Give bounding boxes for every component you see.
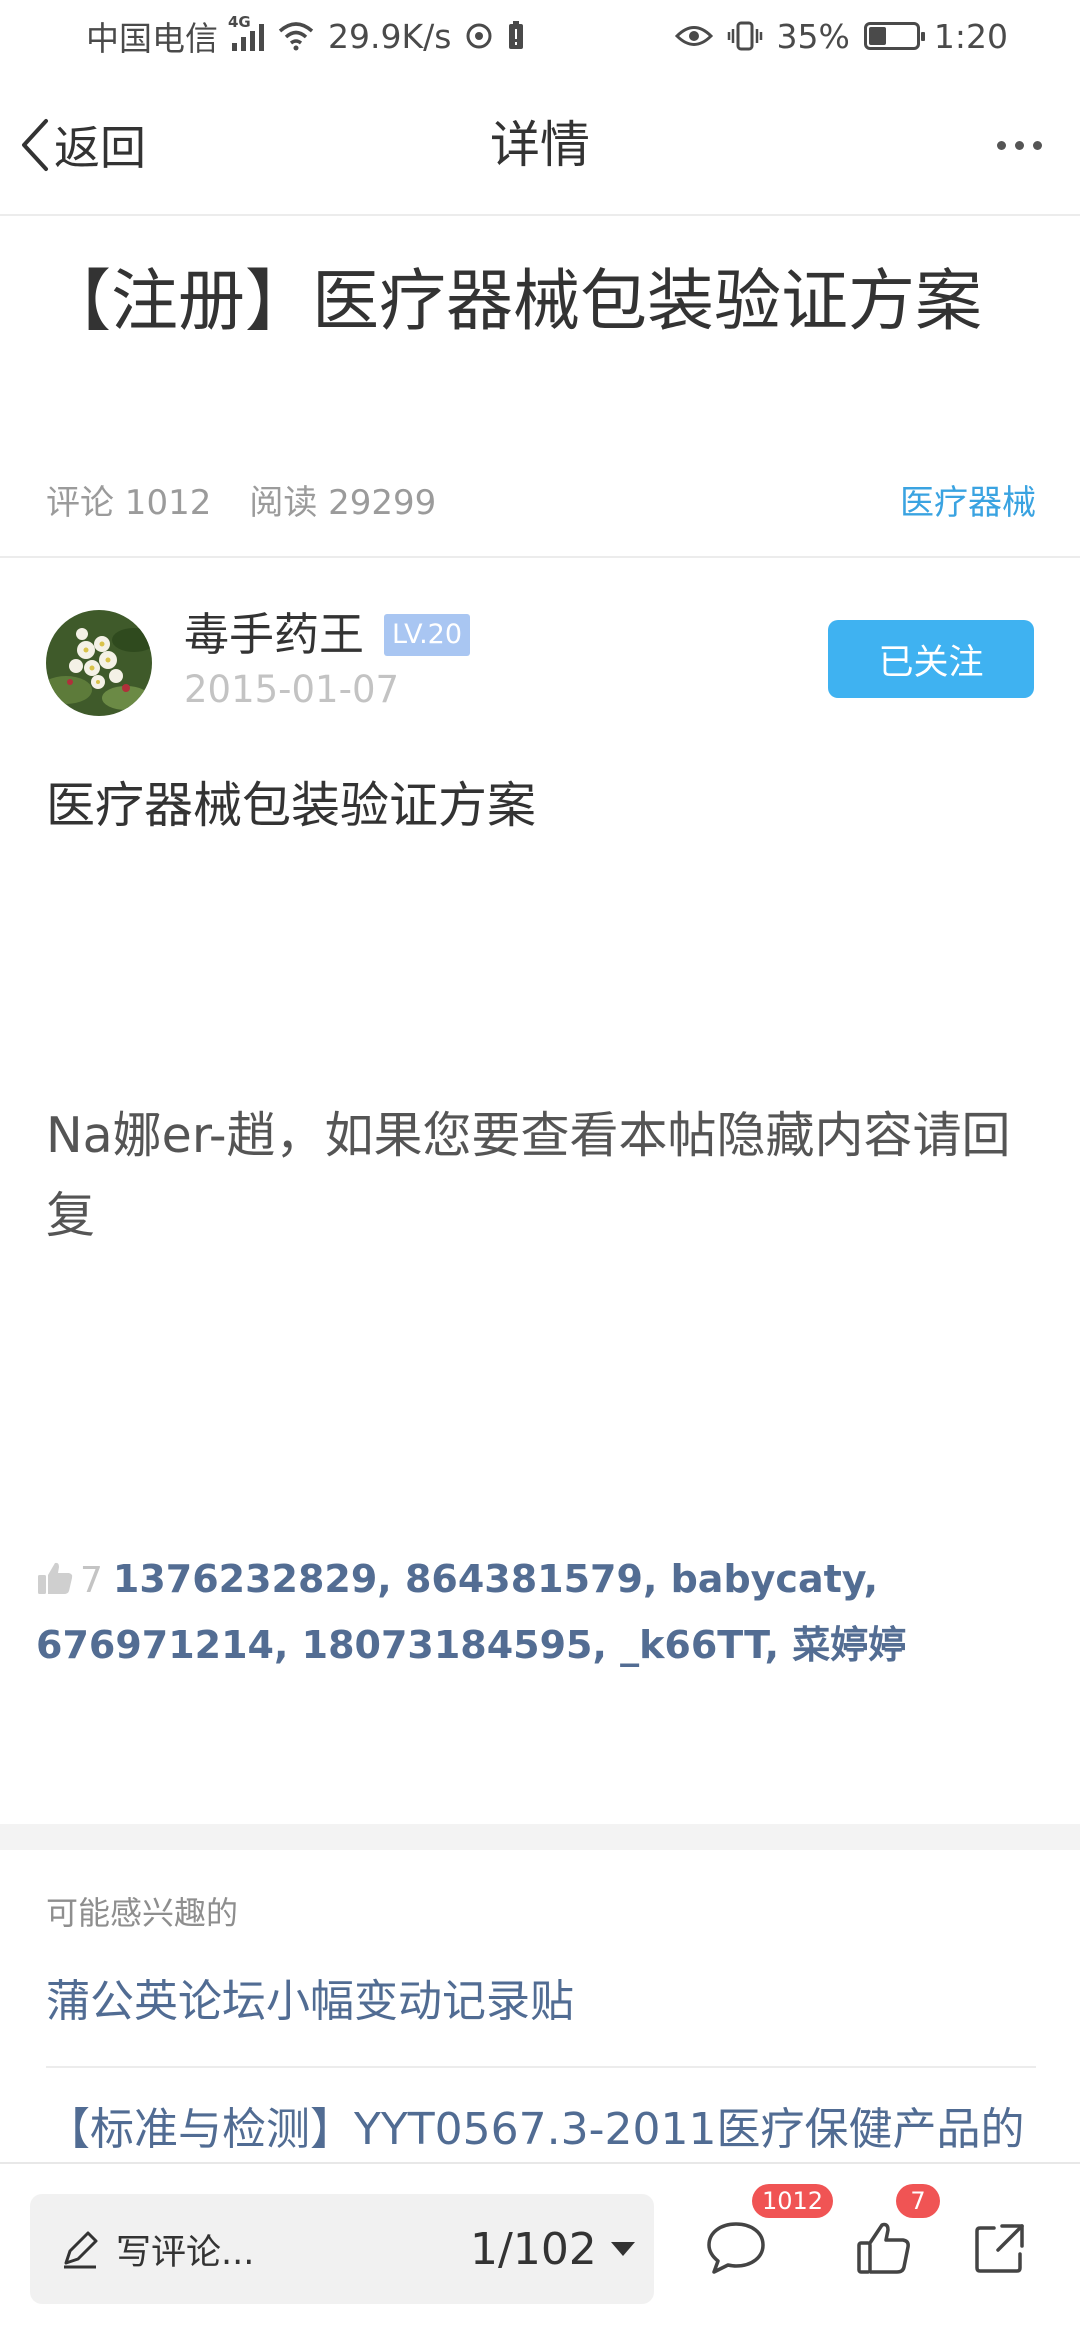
post-body: 医疗器械包装验证方案 xyxy=(46,777,537,834)
thumbs-up-outline-icon xyxy=(857,2222,910,2274)
category-tag[interactable]: 医疗器械 xyxy=(900,475,1036,524)
battery-alert-icon xyxy=(509,21,524,49)
eye-icon xyxy=(674,26,713,46)
dropdown-arrow-icon xyxy=(610,2242,635,2256)
page-selector[interactable]: 1/102 xyxy=(470,2194,635,2304)
comment-input[interactable]: 写评论... 1/102 xyxy=(30,2194,654,2304)
read-count: 阅读 29299 xyxy=(249,482,437,523)
author-avatar[interactable] xyxy=(46,610,152,716)
status-right: 35% 1:20 xyxy=(674,16,1008,56)
back-button[interactable]: 返回 xyxy=(20,110,158,180)
like-count: 7 xyxy=(80,1560,103,1601)
comment-placeholder: 写评论... xyxy=(116,2232,255,2273)
carrier-label: 中国电信 xyxy=(86,19,218,58)
hidden-content-notice: Na娜er-趙，如果您要查看本帖隐藏内容请回复 xyxy=(46,1107,1011,1244)
recommendation-item[interactable]: 蒲公英论坛小幅变动记录贴 xyxy=(46,1970,1036,2034)
battery-icon xyxy=(863,22,925,50)
likers-list[interactable]: 1376232829, 864381579, babycaty, 6769712… xyxy=(36,1557,906,1667)
comment-bubble-icon xyxy=(707,2222,765,2274)
vibrate-icon xyxy=(727,21,762,51)
author-name[interactable]: 毒手药王 xyxy=(184,604,364,666)
like-count-badge: 7 xyxy=(896,2184,940,2218)
recommendations-heading: 可能感兴趣的 xyxy=(46,1894,239,1932)
back-label: 返回 xyxy=(54,121,146,175)
pencil-icon xyxy=(64,2231,98,2269)
divider xyxy=(46,2066,1036,2068)
network-type-label: 4G xyxy=(228,13,251,31)
thumbs-up-icon xyxy=(36,1552,74,1614)
more-options-button[interactable] xyxy=(984,122,1054,168)
post-meta: 评论 1012 阅读 29299 医疗器械 xyxy=(46,474,1036,524)
battery-percent-label: 35% xyxy=(776,16,850,56)
like-button[interactable]: 7 xyxy=(842,2184,940,2290)
status-left: 中国电信 4G 29.9K/s xyxy=(86,12,525,60)
chevron-left-icon xyxy=(22,119,48,171)
more-dots-icon xyxy=(996,140,1006,150)
post-title: 【注册】医疗器械包装验证方案 xyxy=(44,262,982,340)
likes-section: 7 1376232829, 864381579, babycaty, 676971… xyxy=(36,1548,1036,1676)
page-title: 详情 xyxy=(490,116,590,174)
cellular-signal-icon: 4G xyxy=(228,13,264,51)
comment-count: 评论 1012 xyxy=(46,482,212,523)
navigation-bar: 返回 详情 xyxy=(0,72,1080,216)
recommendation-item[interactable]: 【标准与检测】YYT0567.3-2011医疗保健产品的 xyxy=(46,2098,1036,2162)
divider xyxy=(0,556,1080,558)
follow-button[interactable]: 已关注 xyxy=(828,620,1034,698)
comments-button[interactable]: 1012 xyxy=(694,2184,834,2290)
wifi-icon xyxy=(278,22,314,51)
section-separator xyxy=(0,1824,1080,1850)
bottom-action-bar: 写评论... 1/102 1012 7 xyxy=(0,2162,1080,2340)
sync-icon xyxy=(466,23,492,49)
page-indicator-label: 1/102 xyxy=(470,2223,597,2275)
comment-count-badge: 1012 xyxy=(752,2184,834,2218)
status-bar: 中国电信 4G 29.9K/s 35% 1:20 xyxy=(0,0,1080,72)
clock-label: 1:20 xyxy=(933,16,1008,56)
level-badge: LV.20 xyxy=(384,614,471,656)
share-button[interactable] xyxy=(958,2206,1042,2290)
post-date: 2015-01-07 xyxy=(184,668,400,711)
author-name-row: 毒手药王 LV.20 xyxy=(184,604,471,666)
share-icon xyxy=(975,2224,1024,2273)
network-speed-label: 29.9K/s xyxy=(328,16,452,56)
